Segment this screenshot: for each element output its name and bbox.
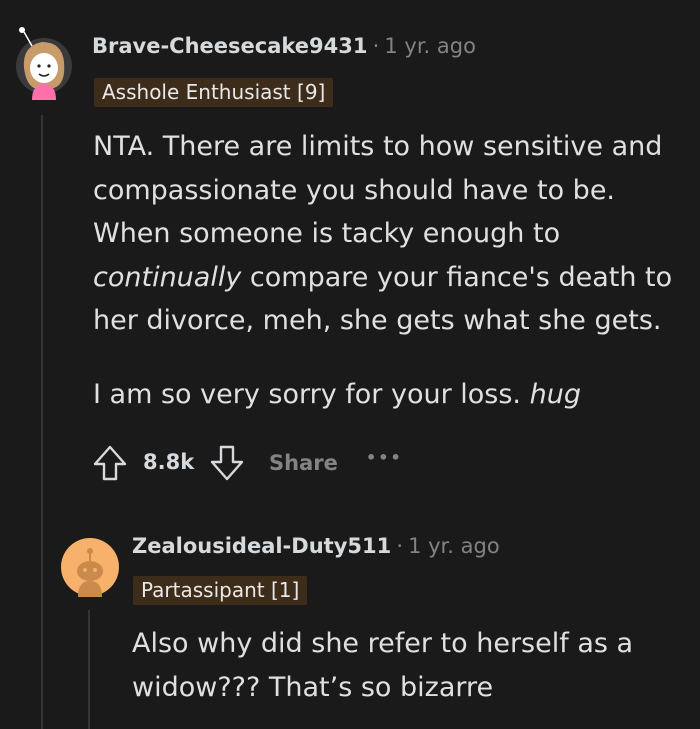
hug-text: hug	[529, 378, 581, 410]
avatar[interactable]	[60, 537, 120, 597]
avatar[interactable]	[14, 22, 74, 100]
user-flair: Partassipant [1]	[133, 576, 308, 605]
separator: ·	[396, 534, 403, 558]
downvote-button[interactable]	[209, 444, 245, 482]
vote-score: 8.8k	[143, 450, 195, 474]
username[interactable]: Zealousideal-Duty511	[132, 534, 391, 558]
upvote-arrow-icon	[93, 445, 127, 481]
sorry-text: I am so very sorry for your loss.	[93, 378, 522, 410]
comment-header: Brave-Cheesecake9431 · 1 yr. ago	[92, 34, 476, 58]
thread-line[interactable]	[88, 610, 90, 729]
thread-line[interactable]	[41, 115, 43, 729]
user-flair: Asshole Enthusiast [9]	[94, 78, 334, 107]
user-avatar-icon	[16, 27, 72, 100]
comment-header: Zealousideal-Duty511 · 1 yr. ago	[132, 534, 500, 558]
downvote-arrow-icon	[210, 445, 244, 481]
body-line: compassionate you should have to be.	[93, 174, 616, 206]
body-line: widow??? That’s so bizarre	[132, 671, 494, 703]
upvote-button[interactable]	[92, 444, 128, 482]
timestamp[interactable]: 1 yr. ago	[384, 34, 476, 58]
body-line: I am so very sorry for your loss. hug	[93, 373, 693, 417]
more-options-icon[interactable]: •••	[366, 448, 403, 467]
body-line-rest: compare your fiance's death to	[249, 261, 673, 293]
username[interactable]: Brave-Cheesecake9431	[92, 34, 367, 58]
body-line: Also why did she refer to herself as a	[132, 628, 634, 659]
comment-body: Also why did she refer to herself as a w…	[132, 622, 692, 709]
comment-body: NTA. There are limits to how sensitive a…	[93, 125, 693, 416]
timestamp[interactable]: 1 yr. ago	[408, 534, 500, 558]
separator: ·	[372, 34, 380, 58]
body-line: NTA. There are limits to how sensitive a…	[93, 131, 663, 162]
italic-word: continually	[93, 261, 242, 293]
share-button[interactable]: Share	[269, 451, 338, 475]
body-line: her divorce, meh, she gets what she gets…	[93, 305, 662, 336]
body-line: continually compare your fiance's death …	[93, 256, 693, 300]
body-line: When someone is tacky enough to	[93, 218, 561, 249]
user-avatar-icon	[61, 538, 119, 597]
